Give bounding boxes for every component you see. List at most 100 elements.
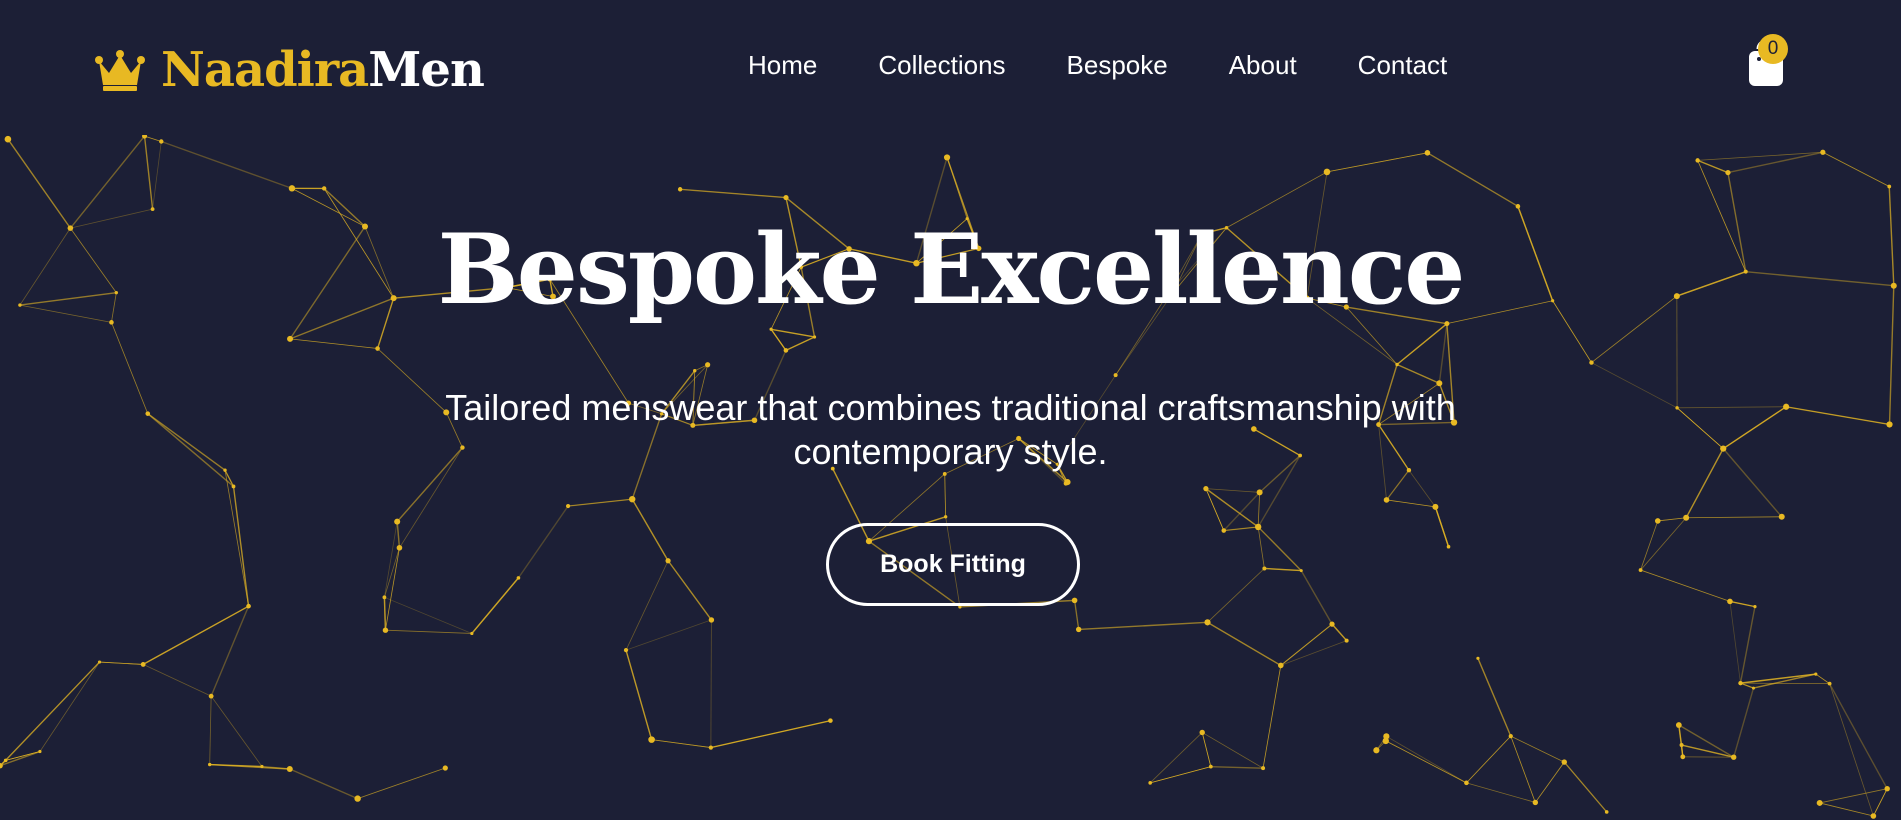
network-node [665, 558, 671, 564]
network-node [1827, 681, 1832, 686]
network-line [161, 140, 293, 190]
network-node [1683, 514, 1690, 521]
network-node [1515, 204, 1521, 209]
network-line [667, 560, 712, 621]
network-line [143, 136, 154, 210]
network-line [142, 605, 249, 666]
network-node [1148, 781, 1152, 785]
network-line [1681, 744, 1734, 758]
network-line [384, 596, 473, 634]
network-node [1256, 489, 1263, 496]
network-node [629, 495, 636, 503]
network-line [1819, 788, 1888, 804]
network-node [375, 346, 380, 351]
network-line [1386, 735, 1467, 784]
network-node [1344, 638, 1349, 643]
network-node [1720, 445, 1727, 452]
nav-bespoke[interactable]: Bespoke [1067, 50, 1168, 81]
network-node [1604, 810, 1609, 814]
crown-icon [95, 50, 145, 91]
network-node [1262, 566, 1267, 571]
network-line [625, 619, 712, 651]
network-line [785, 336, 815, 352]
network-line [357, 767, 446, 799]
network-line [147, 413, 234, 487]
network-node [1208, 764, 1213, 769]
network-line [1815, 673, 1830, 684]
book-fitting-button[interactable]: Book Fitting [826, 523, 1080, 606]
network-line [568, 498, 633, 507]
network-line [1280, 640, 1347, 666]
network-node [1261, 766, 1266, 771]
network-line [152, 141, 162, 210]
network-line [1657, 517, 1687, 522]
network-line [1207, 568, 1265, 623]
network-node [1820, 149, 1826, 155]
network-node [1278, 662, 1284, 669]
network-line [1427, 152, 1519, 207]
site-header: NaadiraMen Home Collections Bespoke Abou… [0, 0, 1901, 135]
network-node [1731, 754, 1737, 760]
network-line [383, 597, 387, 631]
network-line [1686, 516, 1782, 519]
network-line [1729, 601, 1756, 608]
nav-contact[interactable]: Contact [1358, 50, 1448, 81]
network-node [708, 745, 713, 750]
network-line [1408, 469, 1436, 508]
main-nav: Home Collections Bespoke About Contact [748, 50, 1508, 81]
network-line [1676, 407, 1724, 449]
nav-about[interactable]: About [1229, 50, 1297, 81]
network-node [1738, 680, 1743, 686]
network-node [1884, 785, 1890, 792]
network-node [1751, 686, 1755, 690]
network-line [1722, 448, 1783, 518]
network-node [1727, 598, 1733, 605]
network-line [1385, 740, 1467, 784]
network-node [38, 749, 42, 754]
hero-section: Bespoke Excellence Tailored menswear tha… [0, 135, 1901, 820]
network-node [207, 762, 212, 767]
network-node [145, 411, 151, 416]
nav-collections[interactable]: Collections [878, 50, 1005, 81]
brand-logo[interactable]: NaadiraMen [95, 40, 485, 100]
network-line [1262, 665, 1282, 769]
network-node [783, 348, 789, 353]
network-node [1424, 150, 1431, 156]
network-node [3, 758, 8, 763]
hero-subtitle: Tailored menswear that combines traditio… [445, 387, 1456, 472]
network-line [210, 605, 250, 697]
network-line [1563, 761, 1608, 813]
network-line [1434, 506, 1450, 547]
network-node [1203, 486, 1209, 492]
network-node [470, 631, 474, 636]
network-node [396, 544, 403, 551]
network-line [1257, 492, 1261, 527]
network-node [1675, 722, 1682, 728]
network-line [396, 521, 401, 548]
brand-name-part2: Men [368, 42, 485, 98]
network-line [1438, 323, 1448, 384]
network-node [1532, 799, 1539, 806]
network-line [39, 661, 100, 752]
network-line [471, 577, 519, 634]
network-line [1534, 761, 1565, 803]
network-line [710, 719, 831, 749]
network-line [1640, 520, 1659, 571]
network-line [1729, 601, 1741, 684]
network-node [1204, 619, 1211, 626]
network-node [812, 335, 817, 339]
network-node [623, 648, 629, 653]
network-node [1695, 158, 1700, 163]
network-node [223, 468, 227, 472]
network-node [1383, 497, 1390, 503]
network-line [147, 413, 226, 471]
nav-home[interactable]: Home [748, 50, 817, 81]
cart-button[interactable]: 0 [1744, 34, 1804, 92]
network-line [1678, 724, 1683, 746]
network-line [385, 629, 472, 634]
network-line [1223, 526, 1259, 531]
network-node [1679, 743, 1684, 748]
network-line [1477, 658, 1512, 737]
network-line [625, 560, 669, 651]
network-node [4, 135, 12, 143]
